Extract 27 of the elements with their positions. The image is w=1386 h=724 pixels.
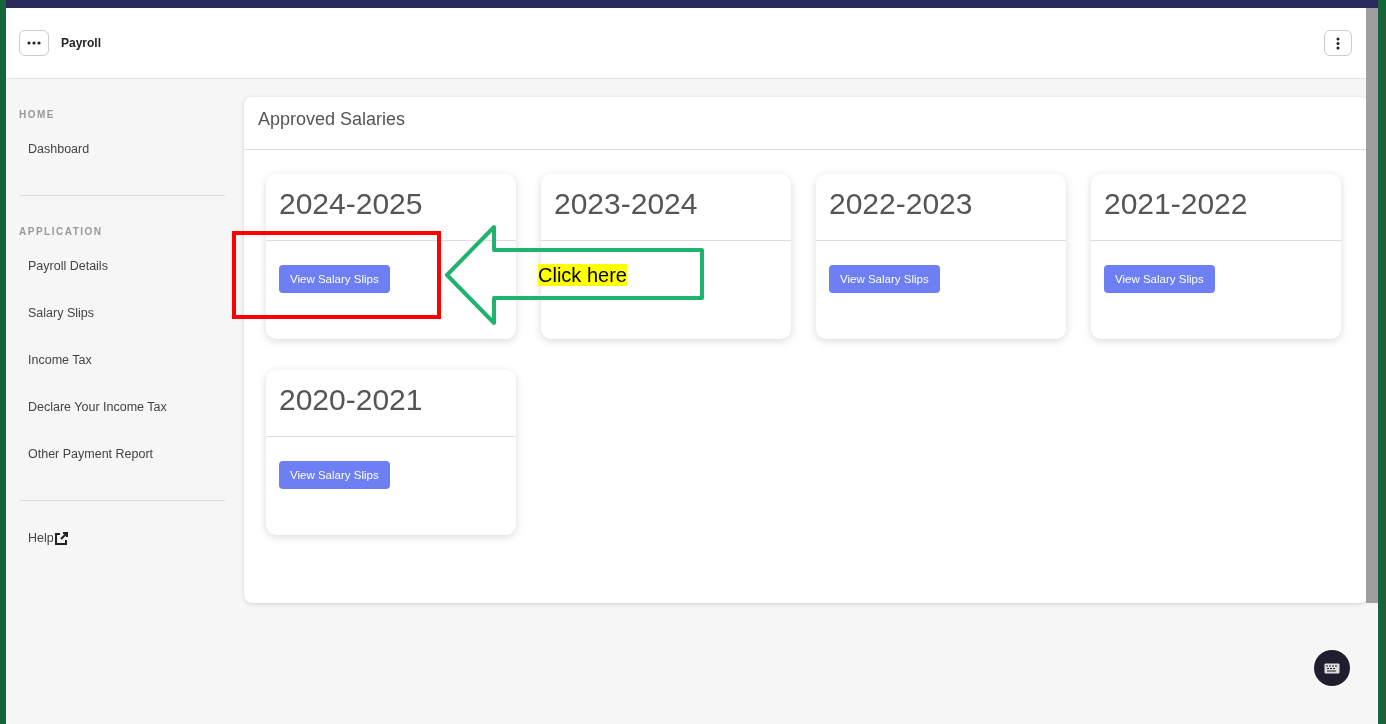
sidebar-item[interactable]: Declare Your Income Tax: [19, 400, 225, 414]
year-title: 2024-2025: [266, 174, 516, 241]
year-title: 2023-2024: [541, 174, 791, 241]
external-link-icon: [54, 531, 68, 545]
section-heading: HOME: [19, 109, 56, 120]
view-salary-slips-button[interactable]: View Salary Slips: [279, 265, 390, 293]
view-salary-slips-button[interactable]: View Salary Slips: [829, 265, 940, 293]
more-icon: [27, 41, 41, 45]
year-title: 2021-2022: [1091, 174, 1341, 241]
keyboard-button[interactable]: [1314, 650, 1350, 686]
sidebar-item[interactable]: Salary Slips: [19, 306, 225, 320]
sidebar-item[interactable]: Payroll Details: [19, 259, 225, 273]
year-title: 2020-2021: [266, 370, 516, 437]
view-salary-slips-button[interactable]: View Salary Slips: [279, 461, 390, 489]
menu-icon: [1336, 36, 1340, 50]
callout-text: Click here: [538, 264, 627, 286]
page-title: Payroll: [61, 36, 102, 50]
sidebar-item[interactable]: Other Payment Report: [19, 447, 225, 461]
more-button[interactable]: [19, 30, 49, 56]
menu-button[interactable]: [1324, 30, 1352, 56]
view-salary-slips-button[interactable]: View Salary Slips: [1104, 265, 1215, 293]
help-link[interactable]: Help: [28, 531, 54, 545]
sidebar-item[interactable]: Dashboard: [19, 142, 225, 156]
sidebar-item[interactable]: Income Tax: [19, 353, 225, 367]
section-heading: APPLICATION: [19, 226, 104, 237]
year-title: 2022-2023: [816, 174, 1066, 241]
keyboard-icon: [1324, 662, 1340, 674]
